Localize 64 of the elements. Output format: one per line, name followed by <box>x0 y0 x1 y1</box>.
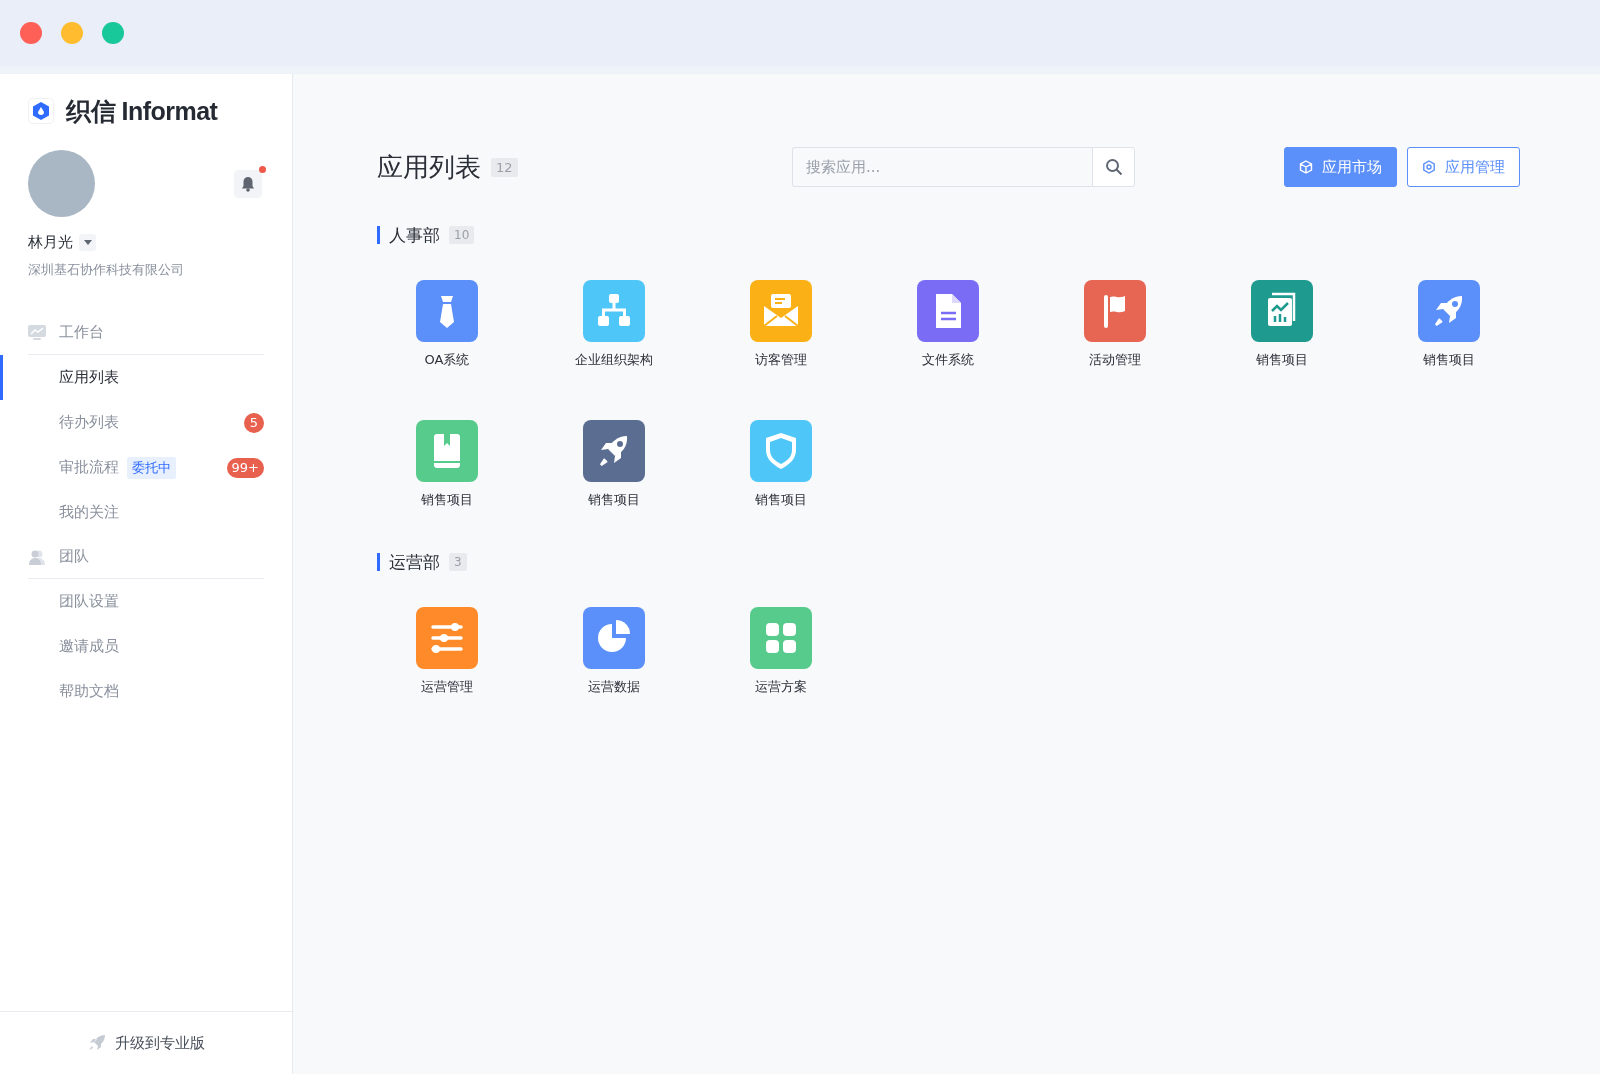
app-name: OA系统 <box>424 351 470 369</box>
nav-label: 我的关注 <box>59 503 119 522</box>
app-name: 访客管理 <box>755 351 807 369</box>
section-marker <box>377 226 380 244</box>
settings-icon <box>1422 160 1436 174</box>
group-label: 工作台 <box>59 323 104 342</box>
app-tile[interactable]: 销售项目 <box>377 420 517 509</box>
app-tile[interactable]: 访客管理 <box>711 280 851 369</box>
user-name: 林月光 <box>28 233 73 252</box>
count-badge: 10 <box>449 226 475 244</box>
count-badge: 3 <box>449 553 467 571</box>
app-tile[interactable]: 文件系统 <box>878 280 1018 369</box>
nav-item[interactable]: 审批流程 委托中 99+ <box>0 445 292 490</box>
count-badge: 5 <box>244 412 264 433</box>
search-field[interactable]: 搜索应用... <box>792 147 1092 187</box>
app-tile[interactable]: 企业组织架构 <box>544 280 684 369</box>
app-tile[interactable]: 活动管理 <box>1045 280 1185 369</box>
nav-label: 应用列表 <box>59 368 119 387</box>
app-tile[interactable]: 运营方案 <box>711 607 851 696</box>
nav-label: 审批流程 <box>59 458 119 477</box>
bell-icon <box>241 175 255 192</box>
status-tag: 委托中 <box>127 456 176 479</box>
group-label: 团队 <box>59 547 89 566</box>
app-name: 企业组织架构 <box>575 351 653 369</box>
close-button[interactable] <box>20 22 42 44</box>
nav-label: 帮助文档 <box>59 682 119 701</box>
section-title: 运营部 <box>389 550 440 574</box>
company-name: 深圳基石协作科技有限公司 <box>27 261 185 279</box>
upgrade-button[interactable]: 升级到专业版 <box>83 1029 209 1057</box>
app-name: 活动管理 <box>1089 351 1141 369</box>
app-name: 销售项目 <box>588 491 640 509</box>
app-name: 运营数据 <box>588 678 640 696</box>
nav-label: 团队设置 <box>59 592 119 611</box>
caret-icon <box>83 240 92 245</box>
count-badge: 12 <box>491 157 518 177</box>
monitor-icon <box>28 324 46 341</box>
nav-label: 邀请成员 <box>59 637 119 656</box>
people-icon <box>28 548 46 565</box>
app-tile[interactable]: 销售项目 <box>711 420 851 509</box>
app-name: 销售项目 <box>1423 351 1475 369</box>
app-name: 运营管理 <box>421 678 473 696</box>
dropdown-button[interactable] <box>79 234 96 251</box>
search-button[interactable] <box>1092 147 1135 187</box>
app-tile[interactable]: 销售项目 <box>1212 280 1352 369</box>
rocket-icon <box>87 1034 106 1052</box>
count-badge: 99+ <box>226 457 264 478</box>
app-name: 销售项目 <box>1256 351 1308 369</box>
app-name: 文件系统 <box>922 351 974 369</box>
app-name: 销售项目 <box>421 491 473 509</box>
app-tile[interactable]: 销售项目 <box>544 420 684 509</box>
section-marker <box>377 553 380 571</box>
app-tile[interactable]: 运营管理 <box>377 607 517 696</box>
page-title: 应用列表 <box>377 150 481 184</box>
nav-label: 待办列表 <box>59 413 119 432</box>
section-title: 人事部 <box>389 223 440 247</box>
brand-name: 织信 Informat <box>66 95 218 127</box>
app-tile[interactable]: OA系统 <box>377 280 517 369</box>
search-icon <box>1104 158 1123 176</box>
logo-icon <box>28 98 54 124</box>
app-tile[interactable]: 运营数据 <box>544 607 684 696</box>
cube-icon <box>1299 160 1313 174</box>
app-tile[interactable]: 销售项目 <box>1379 280 1519 369</box>
app-name: 运营方案 <box>755 678 807 696</box>
app-name: 销售项目 <box>755 491 807 509</box>
